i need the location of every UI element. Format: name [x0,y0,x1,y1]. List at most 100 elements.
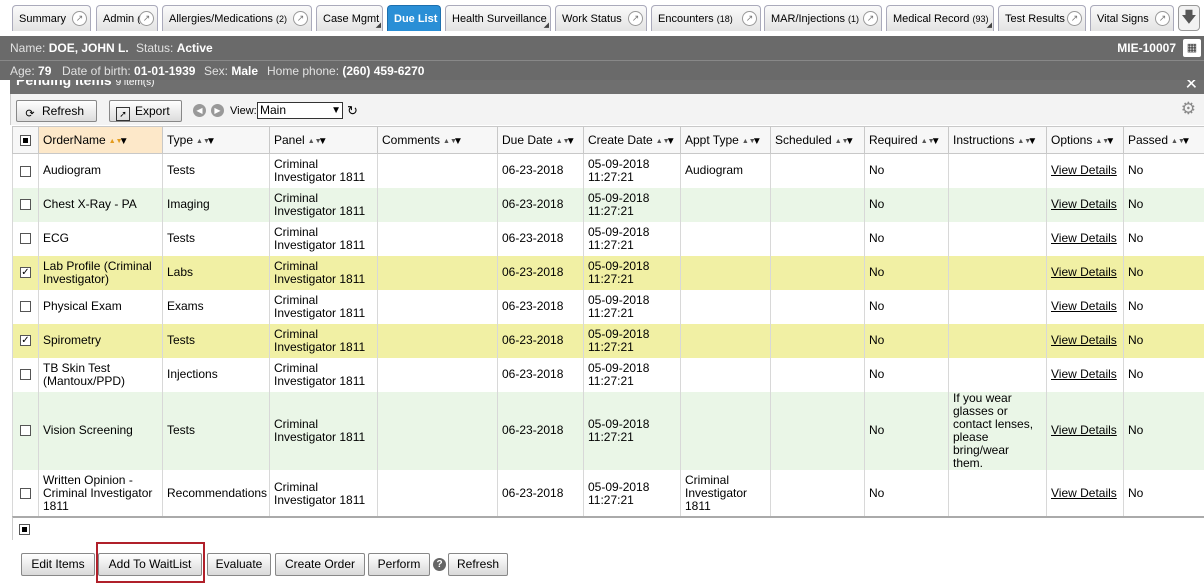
sort-icon[interactable]: ▲▼ [656,138,670,145]
tab-health-surveillance[interactable]: Health Surveillance ◢ [445,5,551,31]
sort-icon[interactable]: ▲▼ [921,138,935,145]
tab-allergies-medications[interactable]: Allergies/Medications (2) ↗ [162,5,312,31]
tab-due-list[interactable]: Due List [387,5,441,31]
sort-icon[interactable]: ▲▼ [1095,138,1109,145]
column-header-panel[interactable]: Panel ▲▼▼ [269,126,378,154]
filter-icon[interactable]: ▼ [318,136,328,147]
column-header-comments[interactable]: Comments ▲▼▼ [377,126,498,154]
refresh-button[interactable]: ⟳ Refresh [16,100,97,122]
cell-options[interactable]: View Details [1046,323,1124,358]
sort-icon[interactable]: ▲▼ [109,138,123,145]
column-header-instructions[interactable]: Instructions ▲▼▼ [948,126,1047,154]
column-header-type[interactable]: Type ▲▼▼ [162,126,270,154]
tab-case-mgmt[interactable]: Case Mgmt ◢ [316,5,383,31]
sort-icon[interactable]: ▲▼ [443,138,457,145]
sort-icon[interactable]: ▲▼ [1017,138,1031,145]
sort-icon[interactable]: ▲▼ [196,138,210,145]
row-checkbox[interactable]: ✓ [20,267,31,279]
cell-options[interactable]: View Details [1046,221,1124,256]
view-details-link[interactable]: View Details [1051,423,1117,437]
external-link-circle-icon[interactable]: ↗ [293,11,308,26]
gear-icon[interactable]: ⚙ [1181,99,1196,119]
filter-icon[interactable]: ▼ [206,136,216,147]
row-checkbox[interactable] [20,425,31,437]
edit-items-button[interactable]: Edit Items [21,553,95,576]
cell-options[interactable]: View Details [1046,391,1124,470]
external-link-circle-icon[interactable]: ↗ [139,11,154,26]
row-checkbox[interactable] [20,233,31,245]
tab-test-results[interactable]: Test Results (4)↗ [998,5,1086,31]
create-order-button[interactable]: Create Order [275,553,365,576]
tab-mar-injections[interactable]: MAR/Injections (1) ↗ [764,5,882,31]
chevron-right-icon[interactable]: ▶ [211,104,224,117]
chevron-left-icon[interactable]: ◀ [193,104,206,117]
filter-icon[interactable]: ▼ [1181,136,1191,147]
tab-medical-record[interactable]: Medical Record (93) ◢ [886,5,994,31]
view-select[interactable]: Main ▼ [257,102,343,119]
help-icon[interactable]: ? [433,558,446,571]
bottom-refresh-button[interactable]: Refresh [448,553,508,576]
row-checkbox[interactable] [20,488,31,500]
view-details-link[interactable]: View Details [1051,231,1117,245]
view-details-link[interactable]: View Details [1051,486,1117,500]
sort-icon[interactable]: ▲▼ [1171,138,1185,145]
filter-icon[interactable]: ▼ [666,136,676,147]
select-all-checkbox[interactable] [20,135,31,147]
tab-admin[interactable]: Admin (12)↗ [96,5,158,31]
view-details-link[interactable]: View Details [1051,367,1117,381]
table-row[interactable]: Written Opinion - Criminal Investigator … [12,469,1204,518]
table-row[interactable]: ✓ Lab Profile (Criminal Investigator) Labs… [12,255,1204,290]
column-header-create-date[interactable]: Create Date ▲▼▼ [583,126,681,154]
row-checkbox[interactable] [20,301,31,313]
tab-summary[interactable]: Summary ↗ [12,5,91,31]
column-header-ordername[interactable]: OrderName ▲▼▼ [38,126,163,154]
column-header-options[interactable]: Options ▲▼▼ [1046,126,1124,154]
view-details-link[interactable]: View Details [1051,333,1117,347]
tab-encounters[interactable]: Encounters (18) ↗ [651,5,761,31]
cell-options[interactable]: View Details [1046,289,1124,324]
table-row[interactable]: ✓ Spirometry Tests Criminal Investigator 18… [12,323,1204,358]
external-link-circle-icon[interactable]: ↗ [72,11,87,26]
tab-vital-signs[interactable]: Vital Signs ↗ [1090,5,1174,31]
filter-icon[interactable]: ▼ [119,136,129,147]
column-header-passed[interactable]: Passed ▲▼▼ [1123,126,1204,154]
table-row[interactable]: TB Skin Test (Mantoux/PPD) Injections Crim… [12,357,1204,392]
external-link-circle-icon[interactable]: ↗ [628,11,643,26]
tab-work-status[interactable]: Work Status ↗ [555,5,647,31]
perform-button[interactable]: Perform [368,553,430,576]
filter-icon[interactable]: ▼ [1027,136,1037,147]
cell-options[interactable]: View Details [1046,469,1124,518]
table-row[interactable]: Physical Exam Exams Criminal Investigator … [12,289,1204,324]
cell-options[interactable]: View Details [1046,357,1124,392]
column-header-scheduled[interactable]: Scheduled ▲▼▼ [770,126,865,154]
sort-icon[interactable]: ▲▼ [308,138,322,145]
cell-options[interactable]: View Details [1046,153,1124,188]
view-details-link[interactable]: View Details [1051,197,1117,211]
filter-icon[interactable]: ▼ [453,136,463,147]
view-details-link[interactable]: View Details [1051,163,1117,177]
row-checkbox[interactable]: ✓ [20,335,31,347]
row-checkbox[interactable] [20,369,31,381]
cell-options[interactable]: View Details [1046,255,1124,290]
sort-icon[interactable]: ▲▼ [556,138,570,145]
table-row[interactable]: Audiogram Tests Criminal Investigator 1811… [12,153,1204,188]
table-row[interactable]: Chest X-Ray - PA Imaging Criminal Investig… [12,187,1204,222]
footer-select-all-checkbox[interactable] [19,524,30,535]
close-icon[interactable]: ✕ [1185,80,1198,94]
sort-icon[interactable]: ▲▼ [835,138,849,145]
filter-icon[interactable]: ▼ [845,136,855,147]
external-link-circle-icon[interactable]: ↗ [1067,11,1082,26]
reset-icon[interactable]: ↻ [347,103,358,119]
evaluate-button[interactable]: Evaluate [207,553,271,576]
filter-icon[interactable]: ▼ [1105,136,1115,147]
filter-icon[interactable]: ▼ [566,136,576,147]
filter-icon[interactable]: ▼ [752,136,762,147]
bar-chart-icon[interactable]: ▦ [1183,39,1201,57]
view-details-link[interactable]: View Details [1051,265,1117,279]
external-link-circle-icon[interactable]: ↗ [1155,11,1170,26]
table-row[interactable]: Vision Screening Tests Criminal Investigat… [12,391,1204,470]
table-row[interactable]: ECG Tests Criminal Investigator 1811 06-23-… [12,221,1204,256]
column-header-required[interactable]: Required ▲▼▼ [864,126,949,154]
view-details-link[interactable]: View Details [1051,299,1117,313]
cell-options[interactable]: View Details [1046,187,1124,222]
